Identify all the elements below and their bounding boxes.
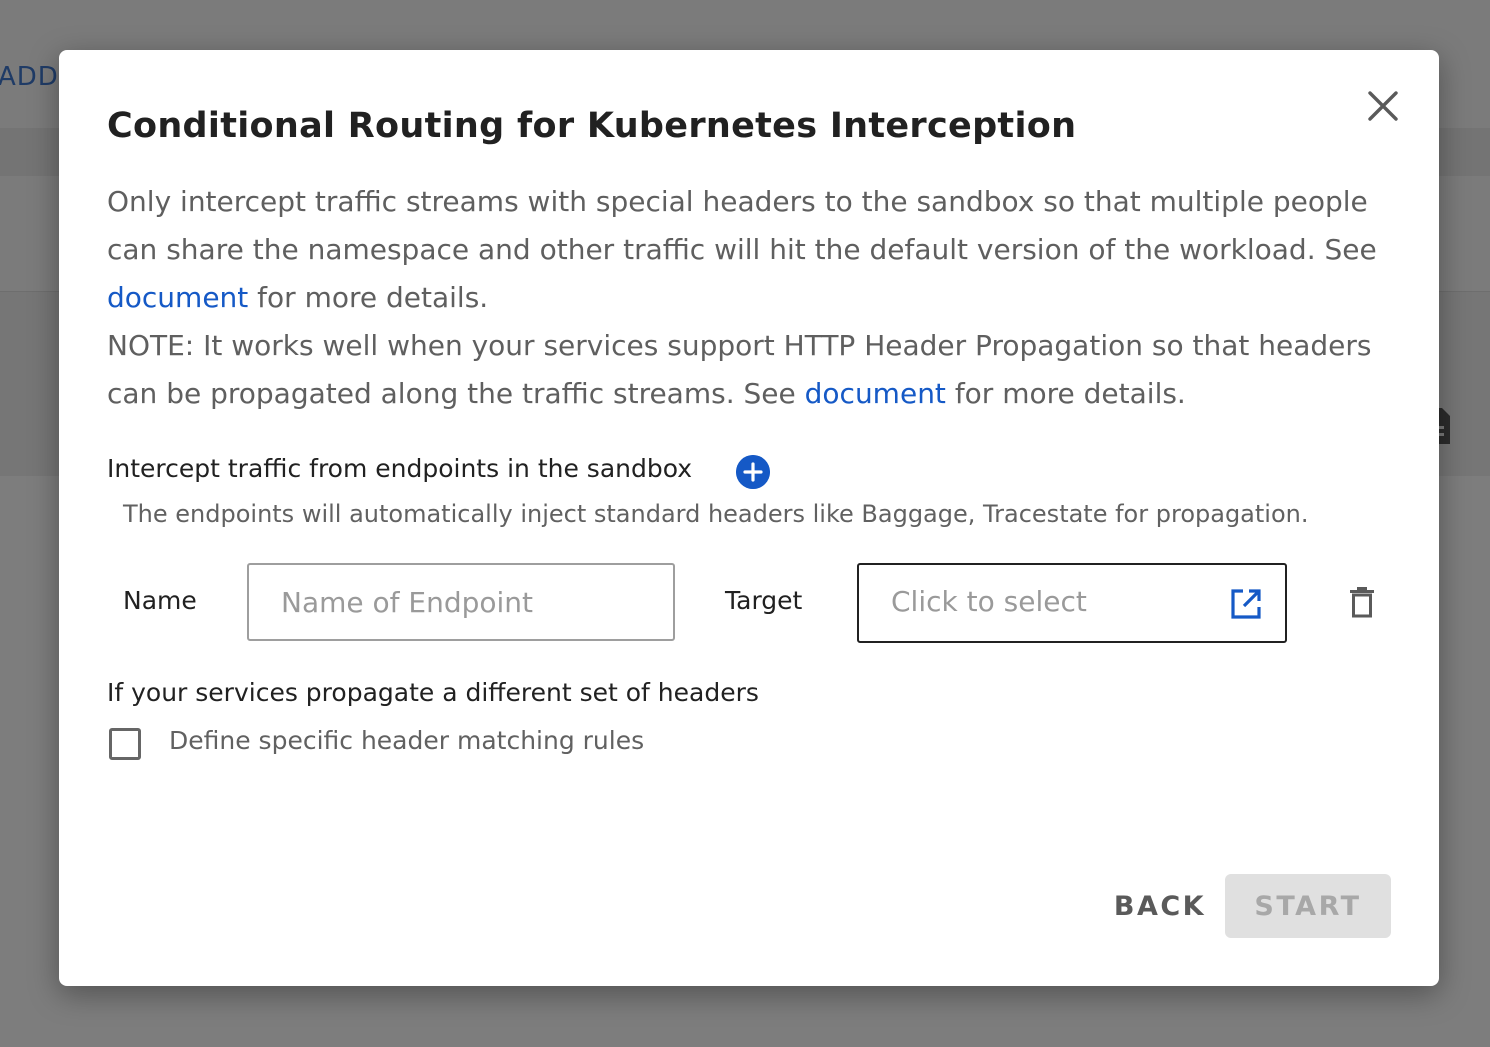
trash-icon[interactable]	[1347, 585, 1377, 619]
propagation-document-link[interactable]: document	[805, 377, 946, 410]
description-text-end: for more details.	[248, 281, 489, 314]
endpoints-section-label: Intercept traffic from endpoints in the …	[107, 454, 693, 483]
close-icon[interactable]	[1365, 88, 1401, 124]
document-link[interactable]: document	[107, 281, 248, 314]
back-button[interactable]: BACK	[1099, 874, 1221, 938]
description-text: Only intercept traffic streams with spec…	[107, 185, 1377, 266]
dialog-description: Only intercept traffic streams with spec…	[107, 178, 1397, 418]
target-selector[interactable]: Click to select	[857, 563, 1287, 643]
description-paragraph: Only intercept traffic streams with spec…	[107, 178, 1397, 322]
conditional-routing-dialog: Conditional Routing for Kubernetes Inter…	[59, 50, 1439, 986]
endpoint-name-input[interactable]	[247, 563, 675, 641]
endpoints-hint: The endpoints will automatically inject …	[123, 500, 1309, 528]
dialog-title: Conditional Routing for Kubernetes Inter…	[107, 106, 1077, 146]
start-button[interactable]: START	[1225, 874, 1391, 938]
open-in-new-icon[interactable]	[1229, 587, 1263, 621]
note-paragraph: NOTE: It works well when your services s…	[107, 322, 1397, 418]
header-rules-checkbox-label[interactable]: Define specific header matching rules	[169, 726, 644, 755]
plus-circle-icon[interactable]	[736, 455, 770, 489]
target-label: Target	[725, 586, 803, 615]
note-text-end: for more details.	[945, 377, 1186, 410]
name-label: Name	[123, 586, 197, 615]
target-placeholder: Click to select	[891, 585, 1087, 618]
header-rules-checkbox[interactable]	[109, 728, 141, 760]
headers-section-label: If your services propagate a different s…	[107, 678, 759, 707]
background-add-button: ADD	[0, 62, 59, 92]
